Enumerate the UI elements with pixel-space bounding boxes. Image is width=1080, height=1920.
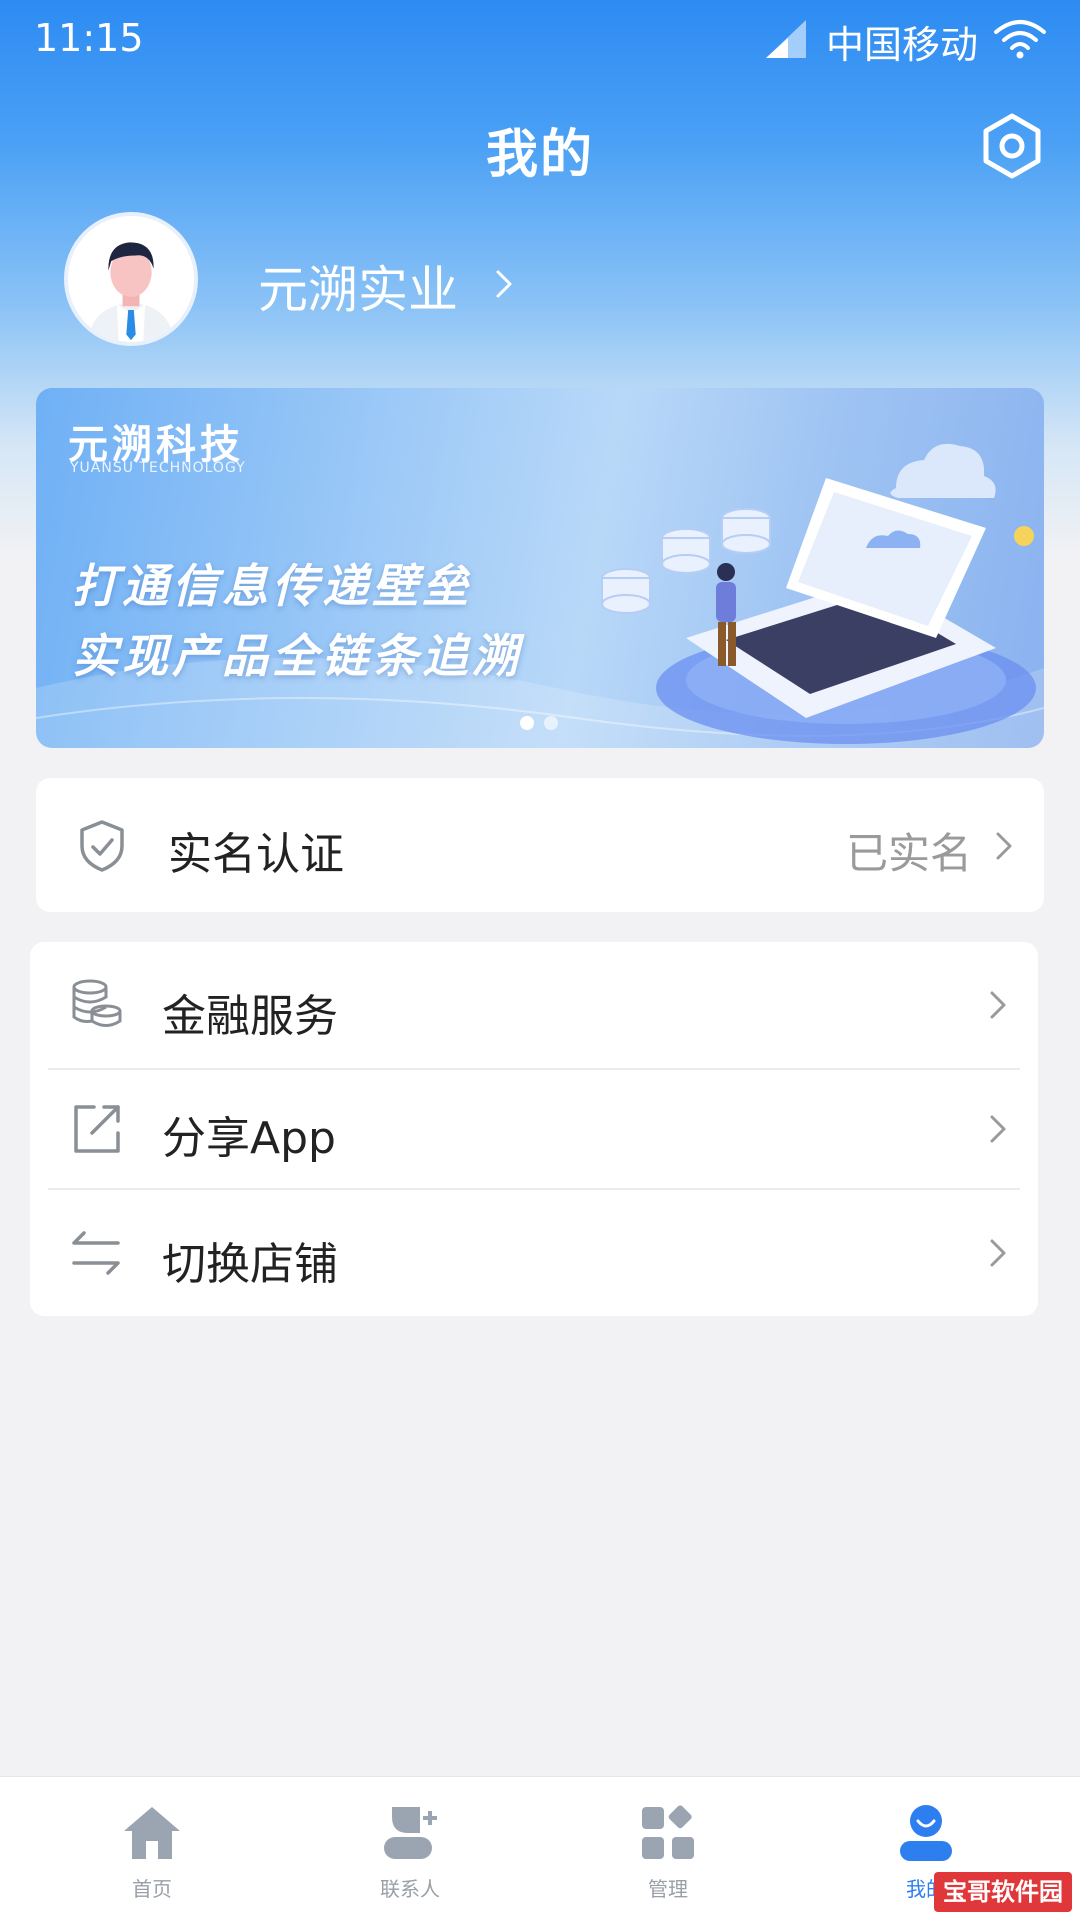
chevron-right-icon [990,991,1006,1019]
person-avatar-icon [68,216,194,342]
tab-label: 管理 [648,1877,688,1901]
home-icon [124,1807,180,1859]
banner-dot-active[interactable] [520,716,534,730]
menu-item-label: 金融服务 [162,991,338,1042]
status-time: 11:15 [34,16,144,60]
tab-label: 首页 [132,1877,172,1901]
chevron-right-icon[interactable] [492,264,516,304]
share-icon [74,1105,120,1153]
add-contact-icon [384,1807,437,1859]
tab-manage[interactable]: 管理 [578,1777,758,1920]
cellular-signal-icon [766,20,806,58]
tab-label: 联系人 [380,1877,440,1901]
menu-item-finance[interactable]: 金融服务 [30,942,1038,1068]
banner-headline-2: 实现产品全链条追溯 [72,629,522,683]
chevron-right-icon [990,1115,1006,1143]
laptop-cloud-illustration [601,443,1036,744]
grid-apps-icon [642,1805,694,1859]
coins-icon [72,979,122,1027]
chevron-right-icon [996,832,1012,860]
bottom-tab-bar: 首页 联系人 管理 我的 [0,1776,1080,1920]
menu-list: 金融服务 分享App 切换店铺 [30,942,1038,1316]
menu-item-share-app[interactable]: 分享App [30,1070,1038,1188]
banner-pagination [520,716,570,732]
banner-brand-en: YUANSU TECHNOLOGY [70,460,246,476]
real-name-verification-row[interactable]: 实名认证 已实名 [36,778,1044,912]
banner-headline-1: 打通信息传递壁垒 [72,559,472,613]
profile-name[interactable]: 元溯实业 [258,250,458,322]
verification-status: 已实名 [845,829,972,878]
verification-label: 实名认证 [168,829,344,880]
avatar[interactable] [64,212,198,346]
chevron-right-icon [990,1239,1006,1267]
carrier-name: 中国移动 [826,23,979,67]
banner-dot[interactable] [544,716,558,730]
menu-item-label: 切换店铺 [162,1239,338,1290]
status-bar: 11:15 中国移动 [0,0,1080,80]
shield-check-icon [80,820,124,872]
menu-item-switch-store[interactable]: 切换店铺 [30,1190,1038,1316]
promo-banner[interactable]: 元溯科技 YUANSU TECHNOLOGY 打通信息传递壁垒 实现产品全链条追… [36,388,1044,748]
user-icon [900,1805,952,1861]
tab-contacts[interactable]: 联系人 [320,1777,500,1920]
watermark-badge: 宝哥软件园 [934,1872,1072,1912]
switch-arrows-icon [72,1231,120,1275]
gear-icon[interactable] [976,110,1048,182]
title-bar: 我的 [0,100,1080,190]
tab-home[interactable]: 首页 [62,1777,242,1920]
wifi-icon [994,20,1046,59]
menu-item-label: 分享App [162,1113,336,1164]
page-title: 我的 [485,125,594,185]
